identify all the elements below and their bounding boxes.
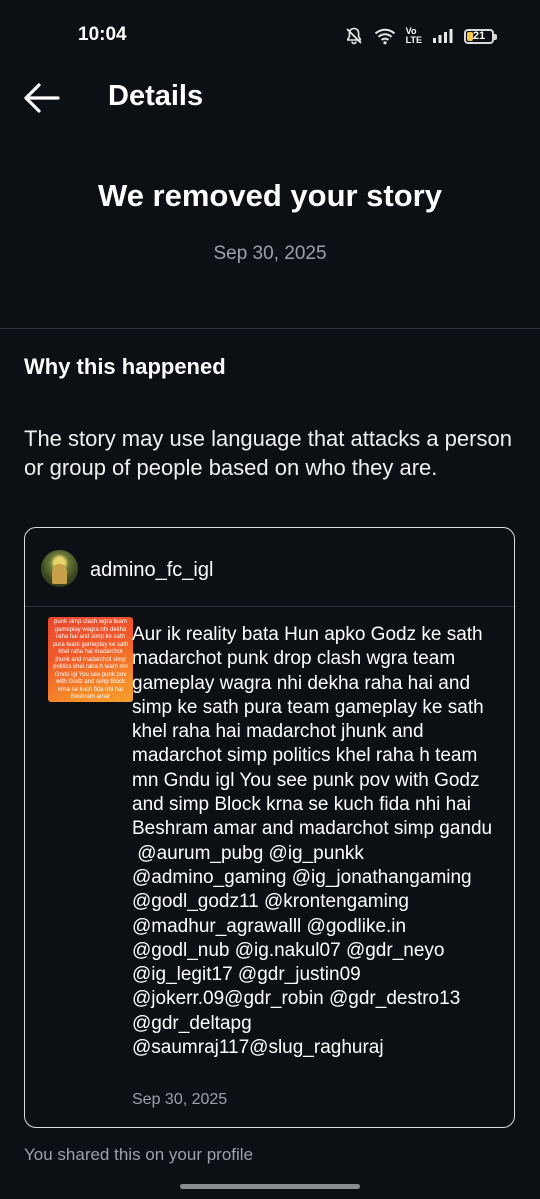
mute-icon [346,27,362,45]
removal-date: Sep 30, 2025 [213,243,327,264]
why-section-title: Why this happened [24,354,226,379]
volte-indicator: Vo LTE [406,27,422,45]
status-bar: 10:04 Vo LTE 21 [0,0,540,72]
story-username: admino_fc_igl [90,559,214,581]
status-icons: Vo LTE 21 [344,24,497,48]
story-date: Sep 30, 2025 [132,1091,228,1108]
removal-headline: We removed your story [98,178,442,213]
signal-icon [433,29,453,43]
story-card-header: admino_fc_igl [25,528,514,607]
top-app-bar: Details [0,72,540,122]
why-section-text: The story may use language that attacks … [24,426,512,480]
removed-story-card: admino_fc_igl punk simp clash wgra team … [24,527,515,1128]
back-arrow-icon [24,83,60,113]
back-button[interactable] [22,80,62,116]
avatar [41,550,78,587]
battery-percent: 21 [472,30,486,42]
page-title: Details [108,80,204,112]
status-time: 10:04 [78,24,127,45]
story-caption: Aur ik reality bata Hun apko Godz ke sat… [132,624,493,1059]
shared-on-profile-note: You shared this on your profile [24,1145,254,1164]
battery-icon: 21 [464,28,497,44]
wifi-icon [374,28,395,45]
volte-bottom-label: LTE [405,35,422,45]
story-thumbnail: punk simp clash wgra team gameplay wagra… [48,617,133,702]
section-divider [0,328,540,329]
story-thumbnail-text: punk simp clash wgra team gameplay wagra… [52,619,129,700]
home-indicator[interactable] [180,1184,360,1189]
